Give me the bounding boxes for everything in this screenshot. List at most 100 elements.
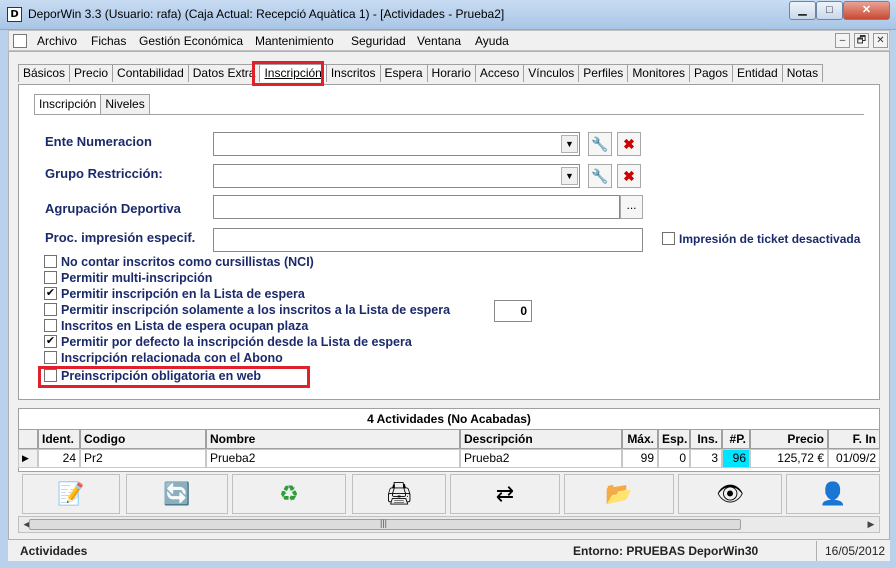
- minimize-button[interactable]: ▁: [789, 1, 816, 20]
- menu-mantenimiento[interactable]: Mantenimiento: [255, 34, 334, 48]
- menu-bar: Archivo Fichas Gestión Económica Manteni…: [8, 30, 890, 51]
- table-cell[interactable]: 0: [658, 449, 690, 468]
- menu-seguridad[interactable]: Seguridad: [351, 34, 406, 48]
- tab-precio[interactable]: Precio: [69, 64, 114, 82]
- checkbox-label: Inscritos en Lista de espera ocupan plaz…: [61, 318, 309, 333]
- highlight-preinscripcion: [38, 366, 310, 388]
- checkbox-lista-espera[interactable]: ✔: [44, 287, 57, 301]
- recycle-button[interactable]: ♻: [232, 474, 346, 514]
- subtab-niveles[interactable]: Niveles: [100, 94, 150, 114]
- tab-notas[interactable]: Notas: [781, 64, 824, 82]
- tab-horario[interactable]: Horario: [426, 64, 476, 82]
- table-cell[interactable]: Prueba2: [206, 449, 460, 468]
- tab-espera[interactable]: Espera: [379, 64, 428, 82]
- user-calendar-button[interactable]: 👤: [786, 474, 880, 514]
- table-cell[interactable]: 24: [38, 449, 80, 468]
- table-cell[interactable]: 125,72 €: [750, 449, 828, 468]
- checkbox-solo-espera[interactable]: [44, 303, 57, 317]
- subtab-inscripcion[interactable]: Inscripción: [34, 94, 102, 114]
- chevron-down-icon[interactable]: ▼: [561, 135, 578, 153]
- delete-icon[interactable]: ✖: [617, 164, 641, 188]
- ticket-checkbox-row[interactable]: Impresión de ticket desactivada: [662, 231, 860, 246]
- table-cell[interactable]: Pr2: [80, 449, 206, 468]
- table-cell[interactable]: 01/09/2: [828, 449, 880, 468]
- grupo-restriccion-combo[interactable]: ▼: [213, 164, 580, 188]
- column-header[interactable]: Descripción: [460, 429, 622, 449]
- agrupacion-input[interactable]: [213, 195, 620, 219]
- grid-title: 4 Actividades (No Acabadas): [367, 412, 531, 426]
- tab-monitores[interactable]: Monitores: [627, 64, 690, 82]
- tab-vinculos[interactable]: Vínculos: [523, 64, 580, 82]
- column-header[interactable]: Codigo: [80, 429, 206, 449]
- refresh-button[interactable]: 🔄: [126, 474, 228, 514]
- menu-ventana[interactable]: Ventana: [417, 34, 461, 48]
- column-header[interactable]: Precio: [750, 429, 828, 449]
- espera-number-input[interactable]: 0: [494, 300, 532, 322]
- row-indicator-icon: ▶: [18, 449, 38, 468]
- checkbox-row-abono[interactable]: Inscripción relacionada con el Abono: [44, 350, 283, 366]
- menu-fichas[interactable]: Fichas: [91, 34, 126, 48]
- checkbox-row-nci[interactable]: No contar inscritos como cursillistas (N…: [44, 254, 314, 270]
- tab-pagos[interactable]: Pagos: [689, 64, 734, 82]
- table-cell-highlight[interactable]: 96: [722, 449, 750, 468]
- column-header[interactable]: Ins.: [690, 429, 722, 449]
- tab-entidad[interactable]: Entidad: [732, 64, 783, 82]
- checkbox-row-solo-espera[interactable]: Permitir inscripción solamente a los ins…: [44, 302, 450, 318]
- close-button[interactable]: ✕: [843, 1, 890, 20]
- column-header[interactable]: Nombre: [206, 429, 460, 449]
- proc-impresion-label: Proc. impresión especif.: [45, 230, 196, 245]
- ticket-checkbox[interactable]: [662, 232, 675, 246]
- print-button[interactable]: 🖨: [352, 474, 446, 514]
- mdi-close-button[interactable]: ✕: [873, 33, 888, 48]
- transfer-button[interactable]: ⇄: [450, 474, 560, 514]
- ente-numeracion-combo[interactable]: ▼: [213, 132, 580, 156]
- view-button[interactable]: 👁: [678, 474, 782, 514]
- copy-button[interactable]: 📂: [564, 474, 674, 514]
- scroll-right-icon[interactable]: ▶: [863, 517, 879, 532]
- checkbox-row-lista-espera[interactable]: ✔ Permitir inscripción en la Lista de esp…: [44, 286, 305, 302]
- ente-numeracion-label: Ente Numeracion: [45, 134, 152, 149]
- eye-icon: 👁: [716, 481, 744, 506]
- checkbox-row-defecto-espera[interactable]: ✔ Permitir por defecto la inscripción des…: [44, 334, 412, 350]
- checkbox-label: Permitir inscripción solamente a los ins…: [61, 302, 451, 317]
- edit-entity-icon[interactable]: 🔧: [588, 164, 612, 188]
- checkbox-ocupan-plaza[interactable]: [44, 319, 57, 333]
- checkbox-nci[interactable]: [44, 255, 57, 269]
- column-header[interactable]: Máx.: [622, 429, 658, 449]
- column-header[interactable]: #P.: [722, 429, 750, 449]
- browse-button[interactable]: ...: [620, 195, 643, 219]
- proc-impresion-input[interactable]: [213, 228, 643, 252]
- checkbox-row-multi[interactable]: Permitir multi-inscripción: [44, 270, 212, 286]
- column-header[interactable]: Esp.: [658, 429, 690, 449]
- delete-icon[interactable]: ✖: [617, 132, 641, 156]
- mdi-restore-button[interactable]: 🗗: [854, 33, 869, 48]
- tab-acceso[interactable]: Acceso: [474, 64, 525, 82]
- maximize-button[interactable]: □: [816, 1, 843, 20]
- scrollbar-thumb[interactable]: |||: [29, 518, 741, 530]
- mdi-minimize-button[interactable]: ‒: [835, 33, 850, 48]
- tab-datos-extra[interactable]: Datos Extra: [187, 64, 261, 82]
- chevron-down-icon[interactable]: ▼: [561, 167, 578, 185]
- column-header[interactable]: F. In: [828, 429, 880, 449]
- refresh-icon: 🔄: [163, 481, 191, 506]
- edit-button[interactable]: 📝: [22, 474, 120, 514]
- tab-perfiles[interactable]: Perfiles: [578, 64, 629, 82]
- checkbox-abono[interactable]: [44, 351, 57, 365]
- document-icon[interactable]: [13, 34, 27, 48]
- menu-archivo[interactable]: Archivo: [37, 34, 77, 48]
- column-header[interactable]: Ident.: [38, 429, 80, 449]
- menu-ayuda[interactable]: Ayuda: [475, 34, 509, 48]
- tab-basicos[interactable]: Básicos: [18, 64, 71, 82]
- edit-entity-icon[interactable]: 🔧: [588, 132, 612, 156]
- checkbox-row-ocupan-plaza[interactable]: Inscritos en Lista de espera ocupan plaz…: [44, 318, 308, 334]
- highlight-active-tab: [252, 61, 324, 86]
- tab-contabilidad[interactable]: Contabilidad: [112, 64, 189, 82]
- checkbox-multi[interactable]: [44, 271, 57, 285]
- table-cell[interactable]: 3: [690, 449, 722, 468]
- table-cell[interactable]: 99: [622, 449, 658, 468]
- horizontal-scrollbar[interactable]: ◀ ||| ▶: [18, 516, 880, 533]
- tab-inscritos[interactable]: Inscritos: [325, 64, 381, 82]
- menu-gestion-economica[interactable]: Gestión Económica: [139, 34, 243, 48]
- table-cell[interactable]: Prueba2: [460, 449, 622, 468]
- checkbox-defecto-espera[interactable]: ✔: [44, 335, 57, 349]
